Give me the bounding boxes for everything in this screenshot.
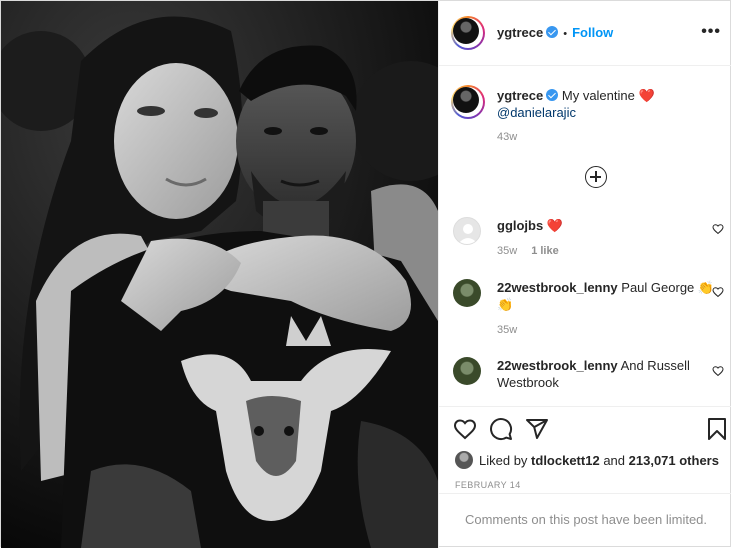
likes-user-link[interactable]: tdlockett12 [531,453,600,468]
share-icon[interactable] [525,417,549,441]
caption-timestamp[interactable]: 43w [497,131,517,143]
comment-timestamp[interactable]: 35w [497,245,517,257]
comment-icon[interactable] [489,417,513,441]
follow-button[interactable]: Follow [572,25,613,40]
comment-username[interactable]: 22westbrook_lenny [497,280,618,295]
comment-avatar[interactable] [453,279,481,307]
comment-username[interactable]: gglojbs [497,218,543,233]
comments-limited-notice: Comments on this post have been limited. [464,512,708,527]
bookmark-icon[interactable] [705,417,729,441]
liker-avatar[interactable] [455,451,473,469]
separator-dot: • [563,28,568,40]
post-actions: Liked by tdlockett12 and 213,071 others … [439,406,731,492]
likes-summary: Liked by tdlockett12 and 213,071 others [455,451,719,469]
comment-meta: 35w 1 like [497,245,559,257]
likes-prefix: Liked by [479,453,528,468]
default-user-icon [458,224,478,244]
post-date[interactable]: FEBRUARY 14 [455,480,521,490]
comment-heart-icon[interactable] [712,223,724,235]
header-author-line: ygtrece • Follow [497,25,613,40]
verified-badge-icon [546,26,559,38]
likes-others-link[interactable]: 213,071 others [629,453,719,468]
comment-avatar[interactable] [453,217,481,245]
author-avatar[interactable] [451,16,485,50]
comment-2: 22westbrook_lenny Paul George 👏👏 [497,279,717,313]
likes-conjunction: and [603,453,626,468]
author-username[interactable]: ygtrece [497,25,543,40]
comment-3: 22westbrook_lenny And Russell Westbrook [497,357,717,391]
post-side-panel: ygtrece • Follow ••• ygtrece My valentine … [438,1,731,548]
comment-text: ❤️ [546,218,564,233]
caption-text: My valentine [561,88,635,103]
comment-1: gglojbs ❤️ [497,217,717,234]
comment-username[interactable]: 22westbrook_lenny [497,358,618,373]
comment-heart-icon[interactable] [712,286,724,298]
comment-timestamp[interactable]: 35w [497,324,517,336]
post-photo[interactable] [1,1,438,548]
caption-author-avatar[interactable] [451,85,485,119]
comment-meta: 35w [497,324,517,336]
plus-circle-icon[interactable] [585,166,607,188]
comments-footer: Comments on this post have been limited. [439,493,731,548]
post-header: ygtrece • Follow ••• [439,1,731,66]
caption-username[interactable]: ygtrece [497,88,543,103]
caption-mention-link[interactable]: @danielarajic [497,105,576,120]
more-horizontal-icon[interactable]: ••• [701,23,721,41]
post-caption: ygtrece My valentine ❤️ @danielarajic [497,87,717,121]
comment-likes-count[interactable]: 1 like [531,245,559,257]
photo-image [1,1,438,548]
instagram-post: ygtrece • Follow ••• ygtrece My valentine … [0,0,731,548]
heart-icon[interactable] [453,417,477,441]
verified-badge-icon [546,89,559,101]
comment-heart-icon[interactable] [712,365,724,377]
comment-avatar[interactable] [453,357,481,385]
caption-heart-emoji: ❤️ [638,88,655,103]
